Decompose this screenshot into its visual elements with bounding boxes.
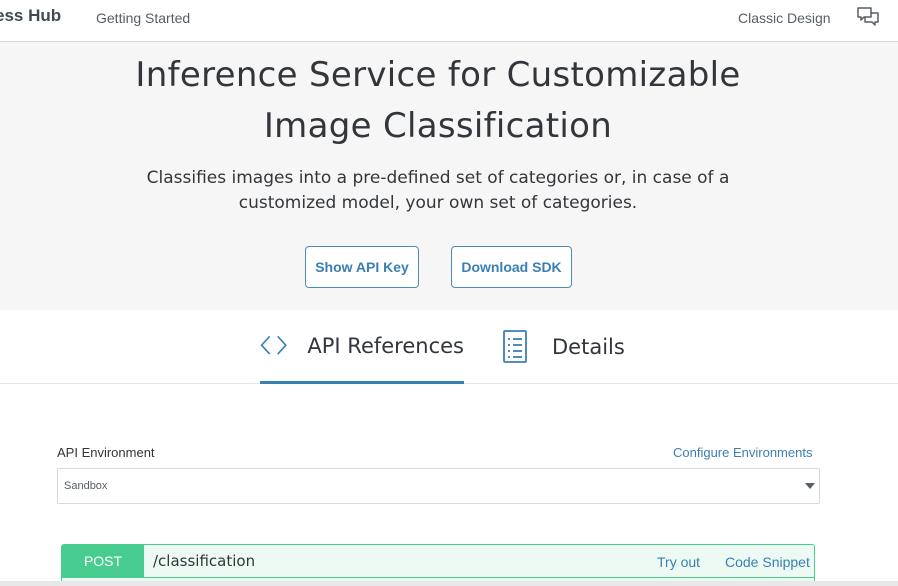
service-description: Classifies images into a pre-defined set…: [0, 166, 876, 216]
show-api-key-button[interactable]: Show API Key: [305, 246, 419, 288]
endpoint-block[interactable]: POST /classification Try out Code Snippe…: [61, 544, 815, 586]
api-environment-label: API Environment: [57, 445, 155, 460]
api-environment-select[interactable]: Sandbox: [57, 468, 820, 504]
classic-design-link[interactable]: Classic Design: [738, 10, 831, 26]
tab-details-label: Details: [552, 335, 625, 359]
tab-api-references[interactable]: API References: [260, 310, 464, 384]
chat-bubbles-icon[interactable]: [856, 6, 880, 28]
hero-section: Inference Service for Customizable Image…: [0, 42, 898, 310]
nav-getting-started[interactable]: Getting Started: [96, 10, 190, 26]
api-environment-value: Sandbox: [64, 480, 108, 492]
description-line-2: customized model, your own set of catego…: [238, 193, 638, 213]
try-out-link[interactable]: Try out: [657, 554, 700, 570]
chevron-down-icon: [805, 483, 815, 489]
configure-environments-link[interactable]: Configure Environments: [673, 445, 812, 460]
tab-api-references-label: API References: [307, 333, 464, 358]
code-brackets-icon: [260, 335, 287, 355]
brand-title[interactable]: ess Hub: [0, 6, 61, 26]
tab-bar: API References Details: [0, 310, 898, 384]
endpoint-path: /classification: [153, 552, 256, 570]
description-line-1: Classifies images into a pre-defined set…: [146, 168, 730, 188]
horizontal-scrollbar[interactable]: [0, 581, 898, 586]
endpoint-divider: [62, 577, 814, 578]
top-bar: ess Hub Getting Started Classic Design: [0, 0, 898, 42]
page-title: Inference Service for Customizable Image…: [0, 50, 876, 152]
page-title-line-1: Inference Service for Customizable: [135, 55, 741, 95]
tab-details[interactable]: Details: [502, 310, 632, 384]
page-title-line-2: Image Classification: [263, 106, 613, 146]
http-method-badge: POST: [62, 545, 144, 577]
document-list-icon: [503, 330, 527, 363]
download-sdk-button[interactable]: Download SDK: [451, 246, 572, 288]
code-snippet-link[interactable]: Code Snippet: [725, 554, 810, 570]
